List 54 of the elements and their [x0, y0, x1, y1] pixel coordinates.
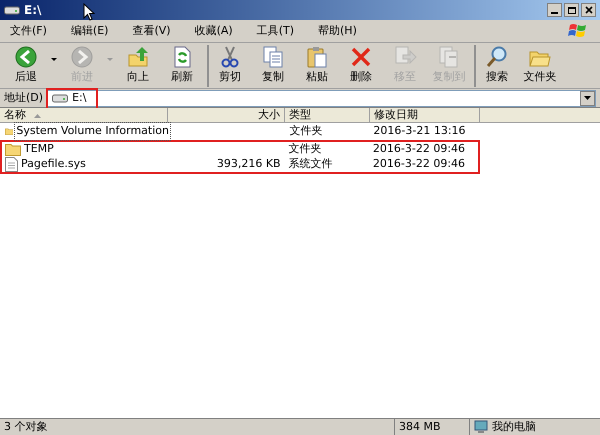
minimize-button[interactable]	[547, 3, 562, 17]
menu-item[interactable]: 工具(T)	[250, 22, 300, 40]
dropdown-button[interactable]	[580, 90, 595, 106]
magnifier-icon	[485, 45, 509, 70]
modified-date: 2016-3-21 13:16	[373, 124, 466, 138]
sort-arrow-icon	[34, 114, 41, 118]
file-type: 文件夹	[288, 142, 322, 156]
toolbar-button[interactable]: 向上	[116, 44, 160, 86]
menu-item[interactable]: 帮助(H)	[312, 22, 363, 40]
modified-date: 2016-3-22 09:46	[372, 157, 466, 170]
column-header[interactable]: 大小	[168, 108, 285, 123]
caret-icon	[51, 58, 57, 60]
caret-icon	[107, 58, 113, 60]
drive-icon	[4, 5, 20, 15]
file-size: 393,216 KB	[216, 157, 281, 170]
column-header[interactable]: 名称	[0, 108, 168, 123]
toolbar-button[interactable]: 删除	[339, 44, 383, 86]
toolbar-button[interactable]: 剪切	[207, 44, 251, 86]
menu-item[interactable]: 编辑(E)	[64, 22, 114, 40]
file-type: 文件夹	[290, 124, 322, 138]
toolbar-button[interactable]: 文件夹	[518, 44, 562, 86]
column-header[interactable]: 类型	[285, 108, 370, 123]
column-header[interactable]: 修改日期	[370, 108, 480, 123]
window-title: E:\	[24, 2, 42, 19]
menu-item[interactable]: 查看(V)	[126, 22, 177, 40]
drive-icon	[52, 93, 68, 103]
address-value: E:\	[72, 90, 86, 106]
toolbar-button[interactable]: 搜索	[474, 44, 518, 86]
status-size: 384 MB	[395, 419, 470, 435]
folder-up-arrow-icon	[126, 45, 150, 70]
modified-date: 2016-3-22 09:46	[372, 142, 466, 156]
toolbar-button[interactable]: 复制	[251, 44, 295, 86]
menu-item[interactable]: 收藏(A)	[188, 22, 239, 40]
file-type: 系统文件	[288, 157, 333, 170]
file-name[interactable]: System Volume Information	[15, 123, 170, 140]
toolbar-button[interactable]: 刷新	[160, 44, 204, 86]
windows-logo-icon	[568, 22, 588, 40]
toolbar-button[interactable]: 粘贴	[295, 44, 339, 86]
address-label: 地址(D)	[4, 90, 44, 106]
status-zone: 我的电脑	[492, 419, 536, 435]
folder-icon	[5, 143, 21, 156]
toolbar-button[interactable]: 后退	[4, 44, 48, 86]
close-icon	[584, 6, 592, 14]
file-name[interactable]: TEMP	[23, 141, 55, 158]
mouse-pointer-icon	[83, 3, 95, 21]
menu-item[interactable]: 文件(F)	[4, 22, 53, 40]
document-icon	[5, 157, 18, 172]
close-button[interactable]	[581, 3, 596, 17]
address-field[interactable]: E:\	[47, 90, 596, 106]
documents-icon	[261, 45, 285, 70]
status-text: 3 个对象	[0, 419, 395, 435]
caret-icon	[584, 96, 591, 100]
file-name[interactable]: Pagefile.sys	[20, 156, 87, 173]
maximize-button[interactable]	[564, 3, 579, 17]
